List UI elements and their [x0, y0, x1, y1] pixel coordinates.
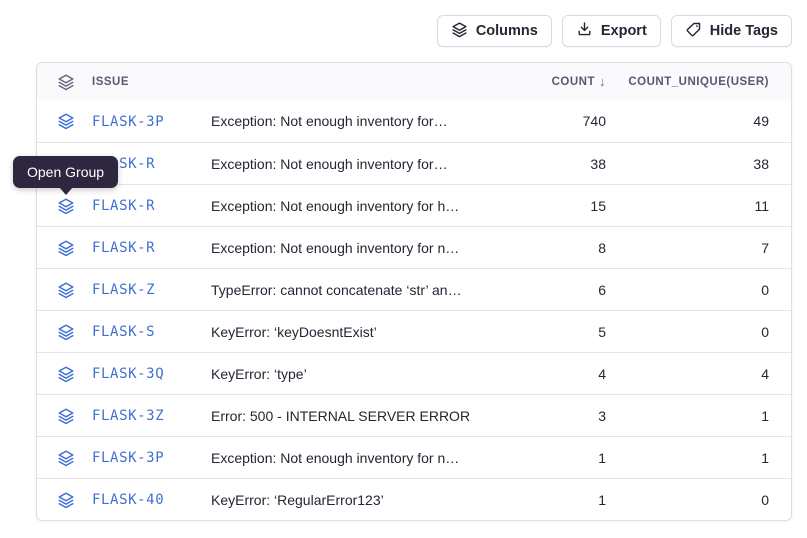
- count-unique-value: 7: [606, 240, 769, 256]
- table-row: FLASK-S KeyError: ‘keyDoesntExist’ 5 0: [37, 310, 791, 352]
- tag-icon: [685, 21, 702, 42]
- count-value: 3: [516, 408, 606, 424]
- count-unique-value: 1: [606, 450, 769, 466]
- table-row: FLASK-R Exception: Not enough inventory …: [37, 142, 791, 184]
- count-unique-value: 38: [606, 156, 769, 172]
- count-unique-value: 1: [606, 408, 769, 424]
- table-row: FLASK-40 KeyError: ‘RegularError123’ 1 0: [37, 478, 791, 520]
- issue-link[interactable]: FLASK-3P: [92, 114, 164, 130]
- layers-icon: [451, 21, 468, 42]
- count-unique-value: 11: [606, 198, 769, 214]
- sort-descending-icon: ↓: [599, 74, 606, 89]
- table-row: FLASK-3P Exception: Not enough inventory…: [37, 436, 791, 478]
- open-group-icon[interactable]: [57, 239, 75, 257]
- hide-tags-button[interactable]: Hide Tags: [671, 15, 792, 47]
- open-group-icon[interactable]: [57, 323, 75, 341]
- issue-link[interactable]: FLASK-S: [92, 324, 155, 340]
- count-value: 15: [516, 198, 606, 214]
- issue-link[interactable]: FLASK-R: [92, 198, 155, 214]
- open-group-icon[interactable]: [57, 281, 75, 299]
- column-header-count[interactable]: COUNT ↓: [516, 74, 606, 89]
- issue-message: Exception: Not enough inventory for n…: [211, 450, 516, 466]
- issue-link[interactable]: FLASK-3Q: [92, 366, 164, 382]
- open-group-icon[interactable]: [57, 197, 75, 215]
- layers-icon: [57, 73, 75, 91]
- count-unique-value: 0: [606, 492, 769, 508]
- issue-message: Exception: Not enough inventory for h…: [211, 198, 516, 214]
- count-value: 6: [516, 282, 606, 298]
- count-value: 5: [516, 324, 606, 340]
- issue-link[interactable]: FLASK-3P: [92, 450, 164, 466]
- download-icon: [576, 21, 593, 42]
- issue-link[interactable]: FLASK-40: [92, 492, 164, 508]
- column-header-count-unique[interactable]: COUNT_UNIQUE(USER): [606, 76, 769, 88]
- count-value: 4: [516, 366, 606, 382]
- issue-message: KeyError: ‘keyDoesntExist’: [211, 324, 516, 340]
- table-row: FLASK-R Exception: Not enough inventory …: [37, 226, 791, 268]
- issue-message: Exception: Not enough inventory for n…: [211, 240, 516, 256]
- issues-table: ISSUE COUNT ↓ COUNT_UNIQUE(USER) FLASK-3…: [36, 62, 792, 521]
- columns-button-label: Columns: [476, 23, 538, 39]
- count-value: 1: [516, 492, 606, 508]
- count-value: 38: [516, 156, 606, 172]
- table-toolbar: Columns Export Hide Tags: [437, 15, 792, 47]
- open-group-tooltip: Open Group: [13, 156, 118, 188]
- column-header-issue[interactable]: ISSUE: [92, 76, 211, 88]
- count-unique-value: 0: [606, 282, 769, 298]
- issue-message: Exception: Not enough inventory for…: [211, 113, 516, 129]
- hide-tags-button-label: Hide Tags: [710, 23, 778, 39]
- open-group-icon[interactable]: [57, 112, 75, 130]
- table-row: FLASK-R Exception: Not enough inventory …: [37, 184, 791, 226]
- table-row: FLASK-3Q KeyError: ‘type’ 4 4: [37, 352, 791, 394]
- open-group-icon[interactable]: [57, 449, 75, 467]
- count-value: 740: [516, 113, 606, 129]
- table-row: FLASK-3P Exception: Not enough inventory…: [37, 100, 791, 142]
- table-row: FLASK-3Z Error: 500 - INTERNAL SERVER ER…: [37, 394, 791, 436]
- count-unique-value: 4: [606, 366, 769, 382]
- open-group-icon[interactable]: [57, 491, 75, 509]
- tooltip-arrow: [59, 187, 73, 195]
- count-value: 1: [516, 450, 606, 466]
- issue-link[interactable]: FLASK-3Z: [92, 408, 164, 424]
- table-row: FLASK-Z TypeError: cannot concatenate ‘s…: [37, 268, 791, 310]
- open-group-icon[interactable]: [57, 365, 75, 383]
- count-unique-value: 0: [606, 324, 769, 340]
- export-button[interactable]: Export: [562, 15, 661, 47]
- column-header-count-label: COUNT: [552, 76, 595, 88]
- issue-message: Exception: Not enough inventory for…: [211, 156, 516, 172]
- issue-message: KeyError: ‘RegularError123’: [211, 492, 516, 508]
- columns-button[interactable]: Columns: [437, 15, 552, 47]
- open-group-icon[interactable]: [57, 407, 75, 425]
- issue-message: Error: 500 - INTERNAL SERVER ERROR: [211, 408, 516, 424]
- count-unique-value: 49: [606, 113, 769, 129]
- export-button-label: Export: [601, 23, 647, 39]
- issue-link[interactable]: FLASK-R: [92, 240, 155, 256]
- issue-link[interactable]: FLASK-Z: [92, 282, 155, 298]
- table-header-row: ISSUE COUNT ↓ COUNT_UNIQUE(USER): [37, 63, 791, 100]
- count-value: 8: [516, 240, 606, 256]
- issue-message: KeyError: ‘type’: [211, 366, 516, 382]
- issue-message: TypeError: cannot concatenate ‘str’ an…: [211, 282, 516, 298]
